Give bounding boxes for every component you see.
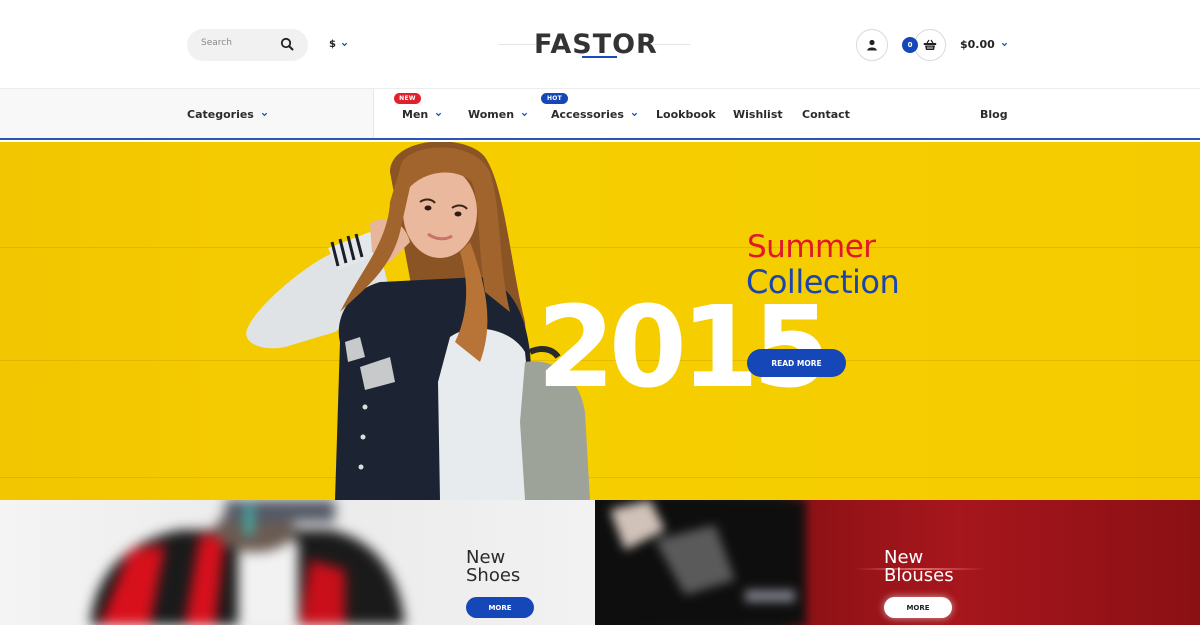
banner-blouses-image bbox=[595, 500, 805, 625]
categories-label: Categories bbox=[187, 108, 254, 121]
cart-button[interactable] bbox=[914, 29, 946, 61]
basket-icon bbox=[923, 39, 937, 50]
nav-item-lookbook[interactable]: Lookbook bbox=[656, 108, 716, 121]
hero-year: 2015 bbox=[537, 283, 831, 413]
categories-menu[interactable]: Categories bbox=[187, 108, 268, 121]
read-more-button[interactable]: READ MORE bbox=[747, 349, 846, 377]
banner-title: New Shoes bbox=[466, 549, 520, 585]
site-header: $ FASTOR 0 $0.00 bbox=[0, 0, 1200, 89]
nav-item-label: Wishlist bbox=[733, 108, 783, 121]
nav-item-accessories[interactable]: Accessories bbox=[551, 108, 638, 121]
chevron-down-icon bbox=[261, 112, 267, 117]
nav-item-label: Contact bbox=[802, 108, 850, 121]
currency-value: $ bbox=[329, 39, 336, 50]
cart-count-badge: 0 bbox=[902, 37, 918, 53]
banner-new-shoes[interactable]: New Shoes MORE bbox=[0, 500, 595, 625]
new-badge: NEW bbox=[394, 93, 421, 104]
logo-line-left bbox=[498, 44, 536, 45]
chevron-down-icon bbox=[341, 42, 348, 47]
search-input[interactable] bbox=[201, 38, 271, 48]
banner-title: New Blouses bbox=[884, 549, 954, 585]
logo-underline bbox=[582, 56, 617, 58]
more-button[interactable]: MORE bbox=[466, 597, 534, 618]
user-icon bbox=[867, 39, 877, 51]
search-box bbox=[187, 29, 308, 61]
main-nav: Categories NEW HOT Men Women Accessories… bbox=[0, 89, 1200, 140]
chevron-down-icon bbox=[521, 112, 528, 117]
nav-item-men[interactable]: Men bbox=[402, 108, 442, 121]
logo-line-right bbox=[653, 44, 690, 45]
nav-item-blog[interactable]: Blog bbox=[980, 108, 1008, 121]
nav-item-label: Blog bbox=[980, 108, 1008, 121]
account-button[interactable] bbox=[856, 29, 888, 61]
nav-item-label: Accessories bbox=[551, 108, 624, 121]
nav-item-label: Lookbook bbox=[656, 108, 716, 121]
nav-item-wishlist[interactable]: Wishlist bbox=[733, 108, 783, 121]
nav-item-contact[interactable]: Contact bbox=[802, 108, 850, 121]
logo[interactable]: FASTOR bbox=[498, 27, 690, 63]
cart-total-dropdown[interactable]: $0.00 bbox=[960, 38, 1008, 51]
nav-item-women[interactable]: Women bbox=[468, 108, 528, 121]
hot-badge: HOT bbox=[541, 93, 568, 104]
search-icon[interactable] bbox=[280, 37, 294, 51]
hero-slider: 2015 Summer Collection READ MORE bbox=[0, 142, 1200, 500]
banner-title-line: Blouses bbox=[884, 565, 954, 586]
banner-title-line: Shoes bbox=[466, 565, 521, 586]
nav-item-label: Men bbox=[402, 108, 429, 121]
currency-selector[interactable]: $ bbox=[329, 39, 348, 50]
chevron-down-icon bbox=[1001, 42, 1007, 47]
hero-title-collection: Collection bbox=[746, 263, 900, 301]
chevron-down-icon bbox=[436, 112, 442, 117]
more-button[interactable]: MORE bbox=[884, 597, 952, 618]
banner-new-blouses[interactable]: New Blouses MORE bbox=[595, 500, 1200, 625]
cart-total: $0.00 bbox=[960, 38, 995, 51]
hero-title-summer: Summer bbox=[747, 229, 876, 265]
chevron-down-icon bbox=[631, 112, 637, 117]
nav-item-label: Women bbox=[468, 108, 515, 121]
categories-panel: Categories bbox=[0, 89, 374, 138]
